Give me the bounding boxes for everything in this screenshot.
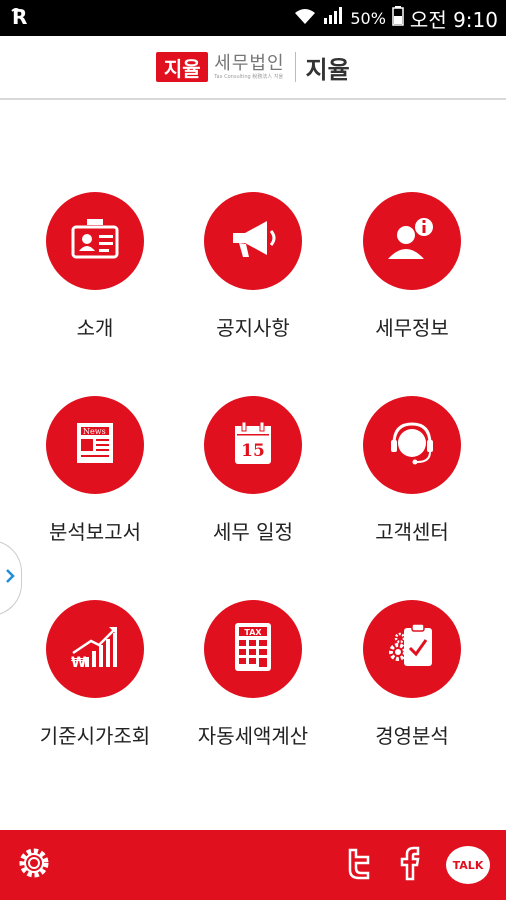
menu-item-tax-schedule[interactable]: 15 세무 일정 xyxy=(173,396,333,545)
calendar-icon: 15 xyxy=(231,420,275,470)
twitter-icon[interactable] xyxy=(344,846,374,884)
logo-sub-text: Tax Consulting 稅務法人 지율 xyxy=(214,73,284,80)
menu-item-notice[interactable]: 공지사항 xyxy=(173,192,333,341)
menu-item-standard-price[interactable]: ₩ 기준시가조회 xyxy=(15,600,175,749)
menu-grid: 소개 공지사항 세무정보 News 분석보고서 15 세무 일정 고객센터 ₩ … xyxy=(0,100,506,830)
calculator-icon-text: TAX xyxy=(244,628,262,637)
status-left: R xyxy=(10,5,36,31)
clock: 오전 9:10 xyxy=(409,7,498,32)
menu-item-business-analysis[interactable]: 경영분석 xyxy=(332,600,492,749)
menu-icon-circle: TAX xyxy=(204,600,302,698)
calculator-icon: TAX xyxy=(233,621,273,677)
menu-icon-circle: ₩ xyxy=(46,600,144,698)
menu-label: 자동세액계산 xyxy=(197,724,309,748)
menu-item-reports[interactable]: News 분석보고서 xyxy=(15,396,175,545)
logo-text: 세무법인 Tax Consulting 稅務法人 지율 xyxy=(214,52,285,80)
bottom-bar-right: TALK xyxy=(344,845,490,885)
menu-label: 소개 xyxy=(76,316,114,340)
menu-icon-circle xyxy=(46,192,144,290)
menu-icon-circle xyxy=(363,192,461,290)
facebook-icon[interactable] xyxy=(398,845,422,885)
clipboard-gear-icon xyxy=(386,622,438,676)
bottom-bar: TALK xyxy=(0,830,506,900)
menu-label: 세무 일정 xyxy=(213,520,293,544)
logo-main-text: 세무법인 xyxy=(214,52,285,74)
menu-item-customer-center[interactable]: 고객센터 xyxy=(332,396,492,545)
headset-icon xyxy=(387,418,437,472)
menu-label: 분석보고서 xyxy=(49,520,141,544)
menu-item-tax-calculator[interactable]: TAX 자동세액계산 xyxy=(173,600,333,749)
kakaotalk-button[interactable]: TALK xyxy=(446,846,490,884)
menu-label: 세무정보 xyxy=(375,316,449,340)
menu-label: 기준시가조회 xyxy=(39,724,151,748)
megaphone-icon xyxy=(227,217,279,265)
settings-gear-icon[interactable] xyxy=(16,845,52,885)
battery-icon xyxy=(392,6,404,30)
calendar-icon-text: 15 xyxy=(241,441,265,461)
app-header: 지율 세무법인 Tax Consulting 稅務法人 지율 지율 xyxy=(0,36,506,100)
logo-mark: 지율 xyxy=(156,52,209,82)
menu-icon-circle xyxy=(204,192,302,290)
menu-item-tax-info[interactable]: 세무정보 xyxy=(332,192,492,341)
menu-icon-circle xyxy=(363,396,461,494)
won-sign-text: ₩ xyxy=(71,655,87,671)
signal-icon xyxy=(322,6,344,30)
newspaper-icon: News xyxy=(71,419,119,471)
menu-icon-circle xyxy=(363,600,461,698)
menu-icon-circle: 15 xyxy=(204,396,302,494)
app-notification-icon: R xyxy=(10,5,36,31)
page-title: 지율 xyxy=(305,55,350,84)
logo-divider xyxy=(294,52,296,82)
status-right: 50% 오전 9:10 xyxy=(294,4,498,33)
user-info-icon xyxy=(386,215,438,267)
newspaper-icon-text: News xyxy=(83,427,106,436)
chevron-right-icon xyxy=(5,568,15,588)
kakaotalk-label: TALK xyxy=(452,858,484,872)
menu-item-intro[interactable]: 소개 xyxy=(15,192,175,341)
menu-label: 고객센터 xyxy=(375,520,449,544)
battery-percent: 50% xyxy=(350,8,386,28)
status-bar: R 50% 오전 9:10 xyxy=(0,0,506,36)
menu-icon-circle: News xyxy=(46,396,144,494)
wifi-icon xyxy=(294,7,316,29)
id-card-icon xyxy=(69,217,121,265)
bottom-bar-left xyxy=(16,845,344,885)
menu-label: 공지사항 xyxy=(216,316,290,340)
menu-label: 경영분석 xyxy=(375,724,449,748)
chart-growth-icon: ₩ xyxy=(69,623,121,675)
